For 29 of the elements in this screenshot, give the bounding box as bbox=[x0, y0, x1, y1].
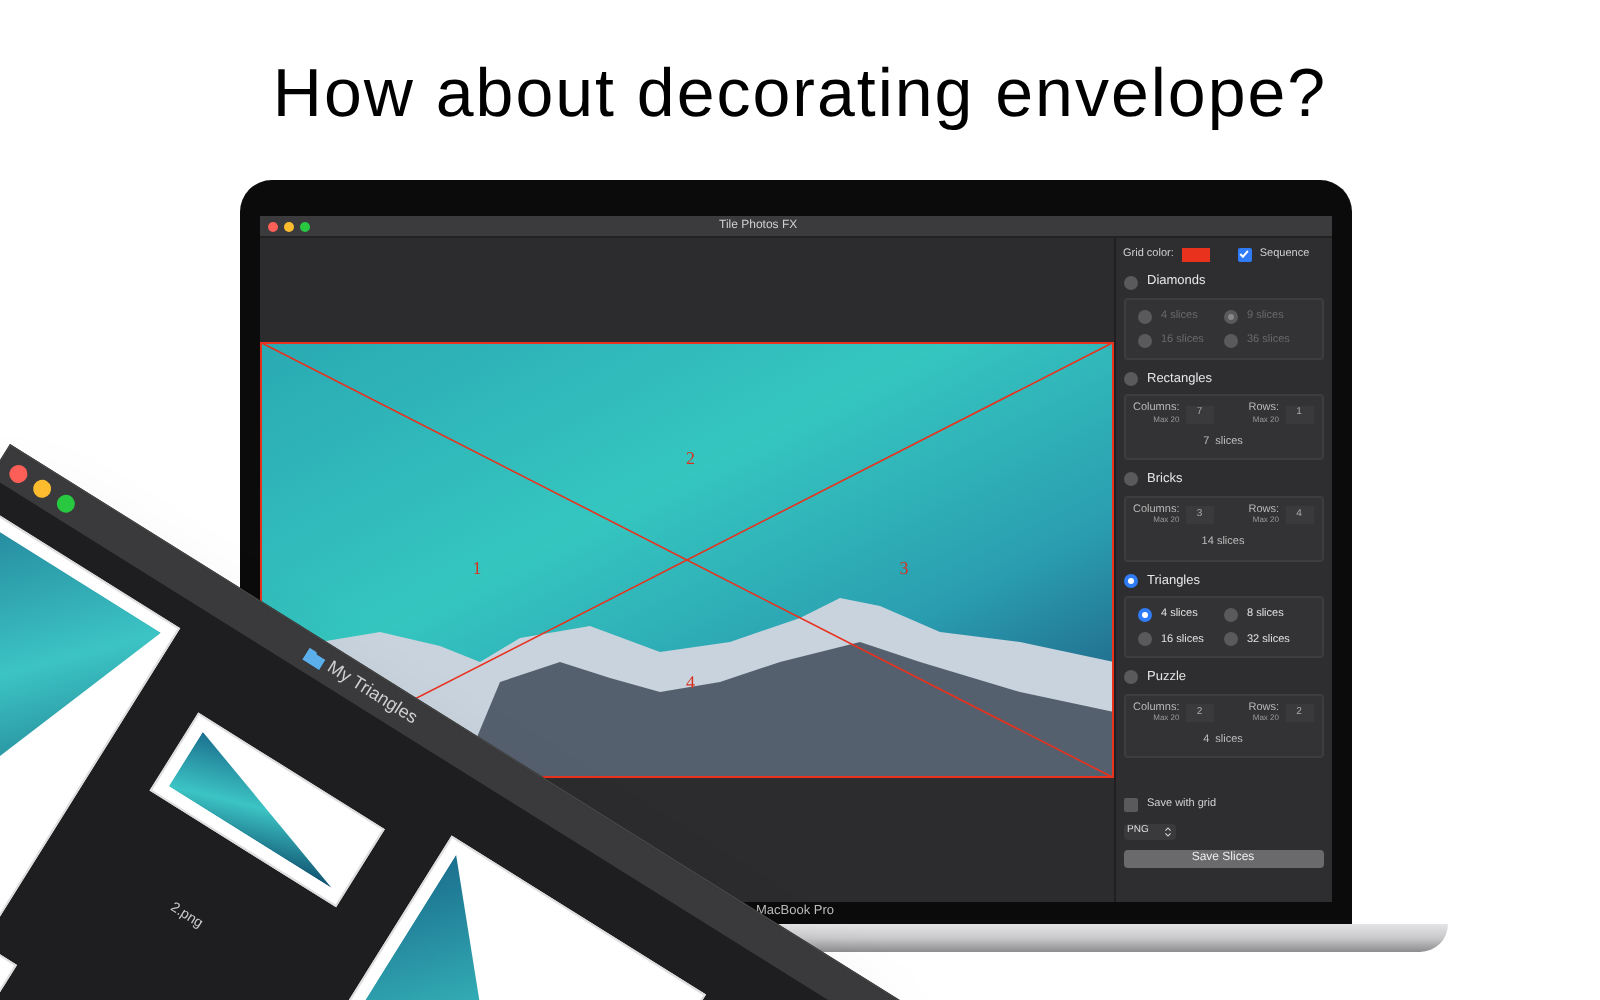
radio-button[interactable] bbox=[1137, 333, 1151, 348]
radio-button[interactable] bbox=[1137, 632, 1151, 647]
zoom-button[interactable] bbox=[54, 490, 79, 516]
radio-button[interactable] bbox=[1123, 371, 1137, 386]
region-number: 4 bbox=[686, 669, 695, 695]
radio-button[interactable] bbox=[1137, 607, 1151, 622]
radio-button[interactable] bbox=[1223, 309, 1237, 324]
region-number: 3 bbox=[899, 555, 909, 582]
radio-button[interactable] bbox=[1137, 309, 1151, 324]
close-button[interactable] bbox=[6, 460, 32, 486]
radio-button[interactable] bbox=[1123, 275, 1137, 290]
radio-button[interactable] bbox=[1223, 632, 1237, 647]
radio-button[interactable] bbox=[1123, 573, 1137, 588]
radio-button[interactable] bbox=[1223, 333, 1237, 348]
headline: How about decorating envelope? bbox=[272, 54, 1328, 136]
minimize-button[interactable] bbox=[283, 221, 293, 231]
folder-icon bbox=[302, 646, 328, 671]
radio-button[interactable] bbox=[1223, 607, 1237, 622]
radio-button[interactable] bbox=[1123, 670, 1137, 685]
region-number: 2 bbox=[686, 446, 695, 473]
zoom-button[interactable] bbox=[299, 221, 309, 231]
updown-icon bbox=[1163, 825, 1171, 837]
close-button[interactable] bbox=[267, 221, 277, 231]
radio-button[interactable] bbox=[1123, 472, 1137, 487]
minimize-button[interactable] bbox=[30, 475, 56, 501]
checkbox[interactable] bbox=[1123, 797, 1137, 812]
region-number: 1 bbox=[472, 555, 482, 582]
checkbox[interactable] bbox=[1237, 247, 1252, 262]
color-swatch[interactable] bbox=[1181, 247, 1210, 262]
